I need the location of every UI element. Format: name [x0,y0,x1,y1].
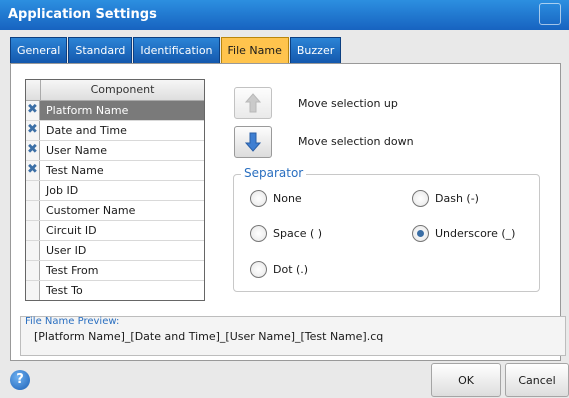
component-row-date-and-time[interactable]: ✖ Date and Time [26,121,204,141]
component-checkbox[interactable] [26,181,40,200]
checkmark-x-icon: ✖ [27,102,38,117]
component-checkbox[interactable] [26,241,40,260]
component-header-label: Component [90,83,155,96]
radio-button[interactable] [412,190,429,207]
checkmark-x-icon: ✖ [27,142,38,157]
tab-buzzer[interactable]: Buzzer [289,37,342,63]
radio-button-selected[interactable] [412,225,429,242]
move-down-button[interactable] [234,126,272,158]
component-label: Test Name [46,164,104,177]
component-label: User ID [46,244,87,257]
window-title-bar: Application Settings [0,0,569,30]
move-up-label: Move selection up [298,97,398,110]
move-up-button[interactable] [234,87,272,119]
component-checkbox[interactable]: ✖ [26,161,40,180]
component-row-circuit-id[interactable]: Circuit ID [26,221,204,241]
preview-label: File Name Preview: [25,316,120,327]
component-row-platform-name[interactable]: ✖ Platform Name [26,101,204,121]
close-icon[interactable] [539,3,561,25]
component-checkbox[interactable]: ✖ [26,101,40,120]
checkmark-x-icon: ✖ [27,162,38,177]
radio-label: Dash (-) [435,192,479,205]
component-label: Customer Name [46,204,136,217]
separator-option-dash[interactable]: Dash (-) [412,190,479,207]
arrow-down-icon [245,132,261,152]
radio-label: Dot (.) [273,263,309,276]
tab-file-name[interactable]: File Name [220,37,289,63]
component-row-test-name[interactable]: ✖ Test Name [26,161,204,181]
component-label: Date and Time [46,124,127,137]
component-row-customer-name[interactable]: Customer Name [26,201,204,221]
component-label: Circuit ID [46,224,97,237]
component-row-job-id[interactable]: Job ID [26,181,204,201]
radio-label: Space ( ) [273,227,323,240]
cancel-button[interactable]: Cancel [505,363,569,397]
component-label: Test To [46,284,83,297]
checkmark-x-icon: ✖ [27,122,38,137]
radio-label: Underscore (_) [435,227,516,240]
component-checkbox[interactable]: ✖ [26,121,40,140]
radio-button[interactable] [250,225,267,242]
separator-option-space[interactable]: Space ( ) [250,225,322,242]
component-label: User Name [46,144,108,157]
component-row-user-id[interactable]: User ID [26,241,204,261]
radio-label: None [273,192,302,205]
tab-bar: General Standard Identification File Nam… [10,37,342,63]
window-title: Application Settings [8,7,157,22]
component-checkbox[interactable] [26,221,40,240]
component-checkbox[interactable]: ✖ [26,141,40,160]
move-down-label: Move selection down [298,135,414,148]
component-checkbox[interactable] [26,281,40,300]
component-row-test-from[interactable]: Test From [26,261,204,281]
component-label: Job ID [46,184,79,197]
component-list-header: Component [26,80,204,101]
radio-button[interactable] [250,261,267,278]
help-icon[interactable]: ? [10,370,30,390]
component-row-user-name[interactable]: ✖ User Name [26,141,204,161]
separator-option-underscore[interactable]: Underscore (_) [412,225,515,242]
separator-option-dot[interactable]: Dot (.) [250,261,308,278]
tab-standard[interactable]: Standard [68,37,133,63]
arrow-up-icon [245,93,261,113]
ok-button[interactable]: OK [431,363,501,397]
preview-value: [Platform Name]_[Date and Time]_[User Na… [34,330,384,343]
component-list: Component ✖ Platform Name ✖ Date and Tim… [25,79,205,301]
file-name-preview: File Name Preview: [Platform Name]_[Date… [20,316,566,356]
tab-general[interactable]: General [10,37,68,63]
component-checkbox[interactable] [26,261,40,280]
tab-identification[interactable]: Identification [133,37,220,63]
component-label: Platform Name [40,101,204,120]
separator-title: Separator [241,166,307,180]
radio-button[interactable] [250,190,267,207]
component-label: Test From [46,264,99,277]
component-row-test-to[interactable]: Test To [26,281,204,301]
component-checkbox[interactable] [26,201,40,220]
separator-option-none[interactable]: None [250,190,302,207]
